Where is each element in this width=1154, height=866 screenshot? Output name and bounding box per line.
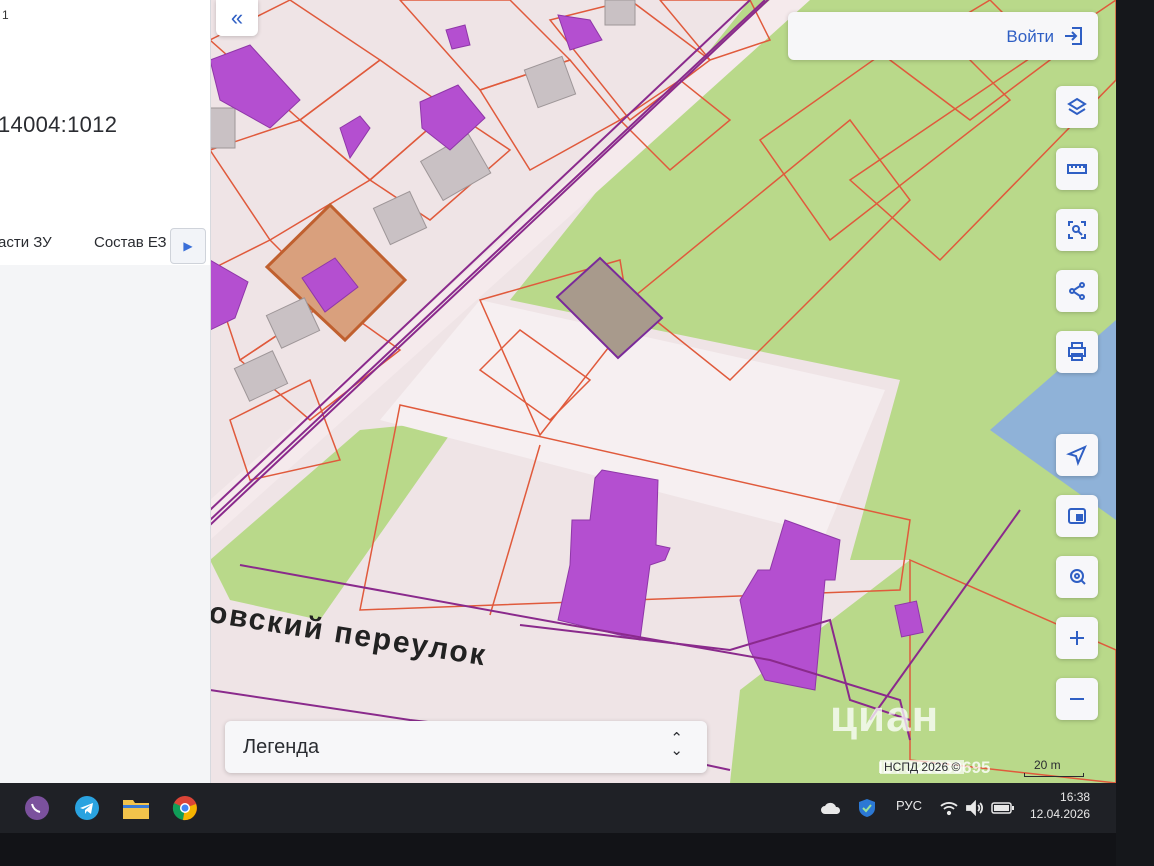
collapse-panel-button[interactable]: « bbox=[216, 0, 258, 36]
area-select-button[interactable] bbox=[1056, 209, 1098, 251]
double-chevron-left-icon: « bbox=[230, 5, 244, 30]
map-copyright: НСПД 2026 © bbox=[880, 760, 965, 774]
minimap-button[interactable] bbox=[1056, 495, 1098, 537]
shield-icon bbox=[859, 799, 875, 817]
telegram-taskbar-button[interactable] bbox=[72, 793, 102, 823]
telegram-icon bbox=[75, 796, 99, 820]
share-button[interactable] bbox=[1056, 270, 1098, 312]
zoom-out-icon bbox=[1070, 698, 1084, 700]
screen: овский переулок циан ID: 326889695 1 140… bbox=[0, 0, 1116, 783]
chevron-right-icon: ▶ bbox=[183, 239, 193, 253]
login-button[interactable]: Войти bbox=[788, 12, 1098, 60]
chrome-icon bbox=[172, 796, 197, 821]
battery-tray-button[interactable] bbox=[988, 793, 1018, 823]
search-location-button[interactable] bbox=[1056, 556, 1098, 598]
panel-top-fragment: 1 bbox=[2, 8, 9, 22]
expand-collapse-icon: ⌃ ⌄ bbox=[670, 730, 683, 759]
panel-header-area: 1 14004:1012 асти ЗУ Состав ЕЗ ▶ bbox=[0, 0, 210, 265]
viber-icon bbox=[25, 796, 49, 820]
onedrive-tray-button[interactable] bbox=[816, 793, 846, 823]
share-icon bbox=[1069, 282, 1085, 300]
file-explorer-taskbar-button[interactable] bbox=[121, 793, 151, 823]
monitor-bezel-bottom bbox=[0, 833, 1116, 866]
zoom-out-button[interactable] bbox=[1056, 678, 1098, 720]
wifi-icon bbox=[940, 802, 958, 816]
taskbar: РУС 16:38 12.04.2026 bbox=[0, 783, 1116, 833]
locate-button[interactable] bbox=[1056, 434, 1098, 476]
login-label: Войти bbox=[1006, 27, 1054, 46]
viber-taskbar-button[interactable] bbox=[22, 793, 52, 823]
area-select-icon bbox=[1068, 221, 1086, 239]
system-clock[interactable]: 16:38 12.04.2026 bbox=[1030, 789, 1091, 823]
monitor-bezel bbox=[1116, 0, 1154, 866]
watermark-logo: циан bbox=[830, 692, 940, 741]
volume-tray-button[interactable] bbox=[960, 793, 990, 823]
tab-composition[interactable]: Состав ЕЗ bbox=[94, 234, 167, 251]
login-icon bbox=[1065, 27, 1082, 45]
layers-icon bbox=[1067, 97, 1087, 116]
legend-label: Легенда bbox=[243, 736, 320, 758]
speaker-icon bbox=[966, 800, 983, 816]
cloud-icon bbox=[821, 802, 841, 814]
tab-parts[interactable]: асти ЗУ bbox=[0, 234, 52, 251]
map-canvas[interactable] bbox=[210, 0, 1116, 783]
ruler-button[interactable] bbox=[1056, 148, 1098, 190]
scale-label: 20 m bbox=[1034, 758, 1061, 772]
print-button[interactable] bbox=[1056, 331, 1098, 373]
zoom-in-button[interactable] bbox=[1056, 617, 1098, 659]
language-indicator[interactable]: РУС bbox=[896, 798, 922, 813]
tabs-scroll-right-button[interactable]: ▶ bbox=[170, 228, 206, 264]
search-location-icon bbox=[1070, 569, 1086, 585]
layers-button[interactable] bbox=[1056, 86, 1098, 128]
scale-bar bbox=[1024, 773, 1084, 777]
clock-date: 12.04.2026 bbox=[1030, 807, 1091, 821]
legend-dropdown[interactable]: Легенда ⌃ ⌄ bbox=[225, 721, 707, 773]
minimap-icon bbox=[1068, 508, 1086, 524]
object-info-panel: 1 14004:1012 асти ЗУ Состав ЕЗ ▶ bbox=[0, 0, 211, 783]
security-tray-button[interactable] bbox=[852, 793, 882, 823]
locate-icon bbox=[1066, 445, 1087, 466]
chrome-taskbar-button[interactable] bbox=[170, 793, 200, 823]
print-icon bbox=[1068, 342, 1086, 361]
ruler-icon bbox=[1067, 164, 1087, 174]
clock-time: 16:38 bbox=[1060, 790, 1091, 804]
zoom-in-icon bbox=[1070, 631, 1084, 645]
battery-icon bbox=[991, 802, 1014, 814]
cadastral-number: 14004:1012 bbox=[0, 112, 118, 137]
folder-icon bbox=[123, 800, 149, 819]
